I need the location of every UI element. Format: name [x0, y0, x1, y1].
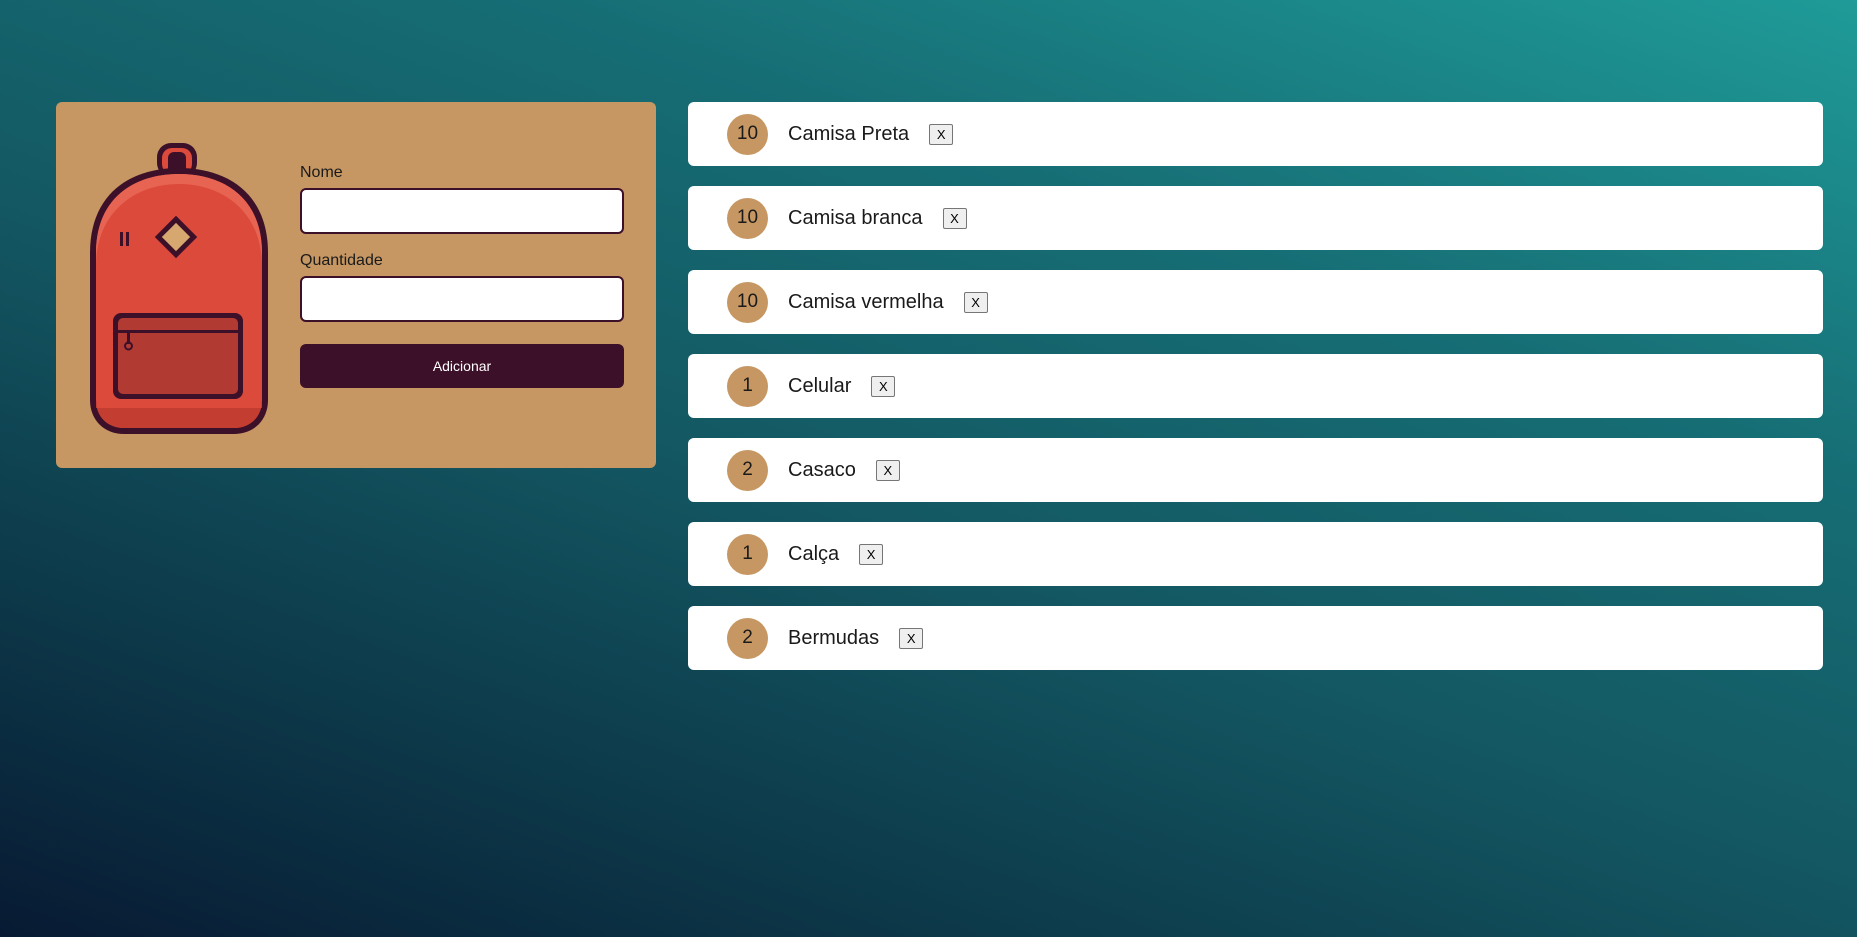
add-item-form: Nome Quantidade Adicionar: [300, 164, 624, 388]
quantity-badge: 10: [727, 197, 768, 239]
list-item: 1 Celular X: [688, 354, 1823, 418]
remove-button[interactable]: X: [963, 291, 988, 313]
item-name: Celular: [788, 374, 852, 397]
remove-button[interactable]: X: [875, 459, 900, 481]
name-label: Nome: [300, 164, 343, 181]
list-item: 10 Camisa Preta X: [688, 102, 1823, 166]
list-item: 1 Calça X: [688, 522, 1823, 586]
remove-button[interactable]: X: [899, 627, 924, 649]
item-name: Camisa branca: [788, 206, 923, 229]
remove-button[interactable]: X: [942, 207, 967, 229]
quantity-badge: 2: [727, 449, 768, 491]
name-input[interactable]: [300, 188, 624, 234]
item-name: Camisa vermelha: [788, 290, 944, 313]
quantity-badge: 1: [727, 365, 768, 407]
quantity-label: Quantidade: [300, 252, 383, 269]
list-item: 10 Camisa branca X: [688, 186, 1823, 250]
item-name: Camisa Preta: [788, 122, 910, 145]
remove-button[interactable]: X: [929, 123, 954, 145]
quantity-input[interactable]: [300, 276, 624, 322]
item-name: Bermudas: [788, 626, 880, 649]
quantity-badge: 10: [727, 113, 768, 155]
quantity-badge: 10: [727, 281, 768, 323]
list-item: 2 Bermudas X: [688, 606, 1823, 670]
list-item: 2 Casaco X: [688, 438, 1823, 502]
quantity-badge: 2: [727, 617, 768, 659]
item-name: Casaco: [788, 458, 856, 481]
remove-button[interactable]: X: [871, 375, 896, 397]
quantity-badge: 1: [727, 533, 768, 575]
add-item-card: Nome Quantidade Adicionar: [56, 102, 656, 468]
item-name: Calça: [788, 542, 840, 565]
list-item: 10 Camisa vermelha X: [688, 270, 1823, 334]
item-list: 10 Camisa Preta X 10 Camisa branca X 10 …: [688, 102, 1823, 690]
add-button[interactable]: Adicionar: [300, 344, 624, 388]
remove-button[interactable]: X: [859, 543, 884, 565]
backpack-icon: [90, 143, 268, 434]
